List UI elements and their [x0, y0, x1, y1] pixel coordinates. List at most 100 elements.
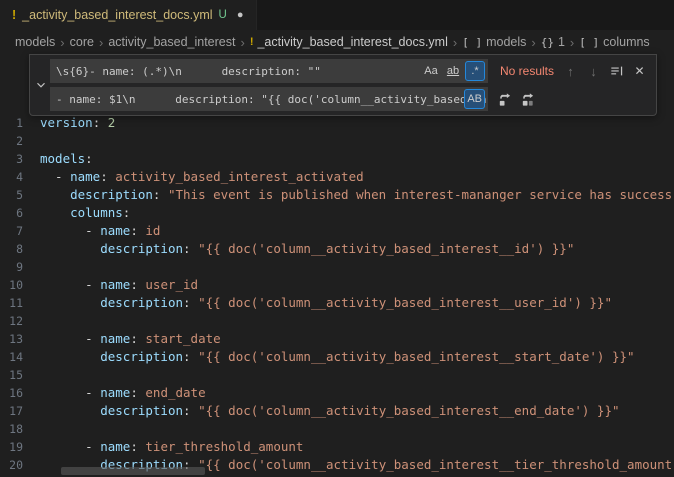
tab-activity-based-interest-docs[interactable]: ! _activity_based_interest_docs.yml U ●	[0, 0, 257, 30]
breadcrumb-separator: ›	[240, 35, 244, 50]
code-line[interactable]: 16 - name: end_date	[0, 384, 674, 402]
replace-button[interactable]	[494, 89, 515, 110]
code-line[interactable]: 11 description: "{{ doc('column__activit…	[0, 294, 674, 312]
code-line[interactable]: 10 - name: user_id	[0, 276, 674, 294]
code-line[interactable]: 19 - name: tier_threshold_amount	[0, 438, 674, 456]
code-text: version: 2	[40, 114, 115, 132]
code-line[interactable]: 17 description: "{{ doc('column__activit…	[0, 402, 674, 420]
object-icon: {}	[541, 36, 554, 49]
replace-all-button[interactable]	[517, 89, 538, 110]
find-options: Aaab.*	[421, 61, 485, 81]
previous-match-button[interactable]: ↑	[560, 61, 581, 82]
code-line[interactable]: 8 description: "{{ doc('column__activity…	[0, 240, 674, 258]
toggle-replace-chevron[interactable]	[32, 59, 50, 111]
code-line[interactable]: 14 description: "{{ doc('column__activit…	[0, 348, 674, 366]
line-number: 19	[0, 438, 40, 456]
horizontal-scrollbar[interactable]	[61, 467, 205, 475]
close-find-widget-button[interactable]: ✕	[629, 61, 650, 82]
find-query-text: \s{6}- name: (.*)\n description: ""	[50, 65, 391, 78]
code-text: description: "{{ doc('column__activity_b…	[40, 294, 612, 312]
line-number: 14	[0, 348, 40, 366]
line-number: 18	[0, 420, 40, 438]
code-text: - name: tier_threshold_amount	[40, 438, 303, 456]
code-line[interactable]: 12	[0, 312, 674, 330]
breadcrumb-label: models	[15, 35, 55, 49]
line-number: 3	[0, 150, 40, 168]
replace-value-text: - name: $1\n description: "{{ doc('colum…	[50, 93, 488, 106]
warning-icon: !	[12, 8, 16, 22]
code-text: - name: user_id	[40, 276, 198, 294]
code-text: - name: end_date	[40, 384, 206, 402]
code-line[interactable]: 4 - name: activity_based_interest_activa…	[0, 168, 674, 186]
find-in-selection-icon	[610, 64, 624, 78]
code-text: description: "{{ doc('column__activity_b…	[40, 402, 620, 420]
replace-buttons	[494, 89, 538, 110]
replace-icon	[497, 92, 512, 107]
breadcrumb-label: _activity_based_interest_docs.yml	[257, 35, 447, 49]
code-line[interactable]: 2	[0, 132, 674, 150]
array-icon: [ ]	[579, 36, 599, 49]
code-line[interactable]: 5 description: "This event is published …	[0, 186, 674, 204]
breadcrumb-item-models[interactable]: models	[15, 35, 55, 49]
line-number: 13	[0, 330, 40, 348]
find-nav-buttons: ↑ ↓ ✕	[560, 61, 650, 82]
code-text: description: "{{ doc('column__activity_b…	[40, 240, 574, 258]
line-number: 2	[0, 132, 40, 150]
code-text: - name: activity_based_interest_activate…	[40, 168, 364, 186]
code-text: columns:	[40, 204, 130, 222]
tab-bar: ! _activity_based_interest_docs.yml U ●	[0, 0, 674, 30]
tab-title: _activity_based_interest_docs.yml	[22, 8, 212, 22]
breadcrumb-label: activity_based_interest	[108, 35, 235, 49]
find-row: \s{6}- name: (.*)\n description: "" Aaab…	[50, 59, 650, 83]
breadcrumb-item-models[interactable]: [ ]models	[462, 35, 526, 49]
whole-word-toggle[interactable]: ab	[443, 61, 463, 81]
code-line[interactable]: 7 - name: id	[0, 222, 674, 240]
breadcrumb-separator: ›	[570, 35, 574, 50]
code-line[interactable]: 1version: 2	[0, 114, 674, 132]
line-number: 11	[0, 294, 40, 312]
find-in-selection-button[interactable]	[606, 61, 627, 82]
line-number: 8	[0, 240, 40, 258]
line-number: 9	[0, 258, 40, 276]
breadcrumb-label: models	[486, 35, 526, 49]
match-case-toggle[interactable]: Aa	[421, 61, 441, 81]
find-replace-widget: \s{6}- name: (.*)\n description: "" Aaab…	[29, 54, 657, 116]
chevron-down-icon	[34, 78, 48, 92]
code-line[interactable]: 9	[0, 258, 674, 276]
line-number: 4	[0, 168, 40, 186]
line-number: 12	[0, 312, 40, 330]
replace-input[interactable]: - name: $1\n description: "{{ doc('colum…	[50, 87, 488, 111]
line-number: 1	[0, 114, 40, 132]
preserve-case-toggle[interactable]: AB	[464, 89, 485, 109]
breadcrumb-separator: ›	[531, 35, 535, 50]
code-line[interactable]: 13 - name: start_date	[0, 330, 674, 348]
git-status-badge: U	[219, 9, 227, 21]
breadcrumb-separator: ›	[60, 35, 64, 50]
next-match-button[interactable]: ↓	[583, 61, 604, 82]
code-line[interactable]: 3models:	[0, 150, 674, 168]
editor[interactable]: 1version: 223models:4 - name: activity_b…	[0, 54, 674, 477]
replace-row: - name: $1\n description: "{{ doc('colum…	[50, 87, 650, 111]
regex-toggle[interactable]: .*	[465, 61, 485, 81]
code-text: - name: id	[40, 222, 160, 240]
line-number: 7	[0, 222, 40, 240]
arrow-down-icon: ↓	[590, 64, 597, 79]
arrow-up-icon: ↑	[567, 64, 574, 79]
code-line[interactable]: 18	[0, 420, 674, 438]
breadcrumb-item-activity-based-interest[interactable]: activity_based_interest	[108, 35, 235, 49]
breadcrumb-item-1[interactable]: {}1	[541, 35, 565, 49]
close-icon: ✕	[634, 64, 644, 78]
code-line[interactable]: 6 columns:	[0, 204, 674, 222]
breadcrumb-label: core	[70, 35, 94, 49]
breadcrumb-item-columns[interactable]: [ ]columns	[579, 35, 649, 49]
code-text: models:	[40, 150, 93, 168]
line-number: 20	[0, 456, 40, 474]
line-number: 16	[0, 384, 40, 402]
code-line[interactable]: 15	[0, 366, 674, 384]
breadcrumb-item-core[interactable]: core	[70, 35, 94, 49]
line-number: 15	[0, 366, 40, 384]
line-number: 6	[0, 204, 40, 222]
breadcrumb-item--activity-based-interest-docs-yml[interactable]: !_activity_based_interest_docs.yml	[250, 35, 448, 49]
find-input[interactable]: \s{6}- name: (.*)\n description: "" Aaab…	[50, 59, 488, 83]
modified-dot-icon[interactable]: ●	[237, 9, 244, 21]
